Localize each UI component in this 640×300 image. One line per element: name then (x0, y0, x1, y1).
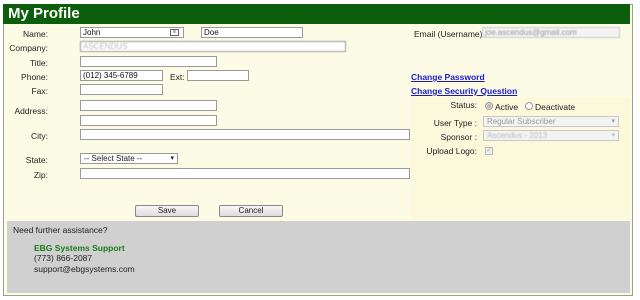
chevron-down-icon: ▾ (611, 132, 615, 139)
upload-logo-label: Upload Logo: (426, 146, 477, 156)
company-field[interactable]: ASCENDUS (80, 41, 346, 52)
sponsor-label: Sponsor : (440, 132, 477, 142)
change-password-link[interactable]: Change Password (411, 72, 485, 82)
change-security-question-link[interactable]: Change Security Question (411, 86, 517, 96)
page-title: My Profile (3, 4, 630, 24)
phone-label: Phone: (21, 72, 48, 82)
title-label: Title: (29, 58, 48, 68)
user-type-select: Regular Subscriber ▾ (483, 116, 619, 127)
user-type-label: User Type : (433, 118, 477, 128)
save-button[interactable]: Save (135, 205, 199, 217)
state-select-value: -- Select State -- (84, 154, 143, 163)
zip-label: Zip: (33, 170, 48, 180)
last-name-field[interactable]: Doe (201, 27, 303, 38)
zip-field[interactable] (80, 168, 410, 179)
title-field[interactable] (80, 56, 217, 67)
state-select[interactable]: -- Select State -- ▾ (80, 153, 178, 164)
city-field[interactable] (80, 129, 410, 140)
email-label: Email (Username): (414, 29, 485, 39)
cancel-button[interactable]: Cancel (219, 205, 283, 217)
first-name-field[interactable]: John (80, 27, 184, 38)
assist-text: Need further assistance? (13, 225, 108, 235)
support-name: EBG Systems Support (34, 243, 125, 253)
fax-label: Fax: (31, 86, 48, 96)
upload-logo-checkbox: ✓ (485, 147, 493, 155)
contact-card-icon[interactable]: ≡ (170, 29, 179, 36)
phone-field[interactable]: (012) 345-6789 (80, 70, 163, 81)
support-email[interactable]: support@ebgsystems.com (34, 264, 135, 274)
user-type-value: Regular Subscriber (487, 117, 556, 126)
sponsor-value: Ascendus - 2013 (487, 131, 548, 140)
state-label: State: (25, 155, 48, 165)
address-line2-field[interactable] (80, 115, 217, 126)
company-label: Company: (9, 43, 48, 53)
support-phone: (773) 866-2087 (34, 253, 93, 263)
fax-field[interactable] (80, 84, 163, 95)
chevron-down-icon: ▾ (611, 118, 615, 125)
status-active-label: Active (495, 102, 519, 112)
city-label: City: (31, 131, 48, 141)
status-deactivate-label: Deactivate (535, 102, 576, 112)
address-line1-field[interactable] (80, 100, 217, 111)
chevron-down-icon: ▾ (170, 155, 174, 162)
status-label: Status: (450, 100, 477, 110)
name-label: Name: (22, 29, 48, 39)
email-field: joe.ascendus@gmail.com (482, 27, 620, 38)
ext-field[interactable] (187, 70, 249, 81)
sponsor-select: Ascendus - 2013 ▾ (483, 130, 619, 141)
status-deactivate-radio[interactable] (525, 102, 533, 110)
address-label: Address: (14, 106, 48, 116)
ext-label: Ext: (170, 72, 185, 82)
status-active-radio[interactable] (485, 102, 493, 110)
